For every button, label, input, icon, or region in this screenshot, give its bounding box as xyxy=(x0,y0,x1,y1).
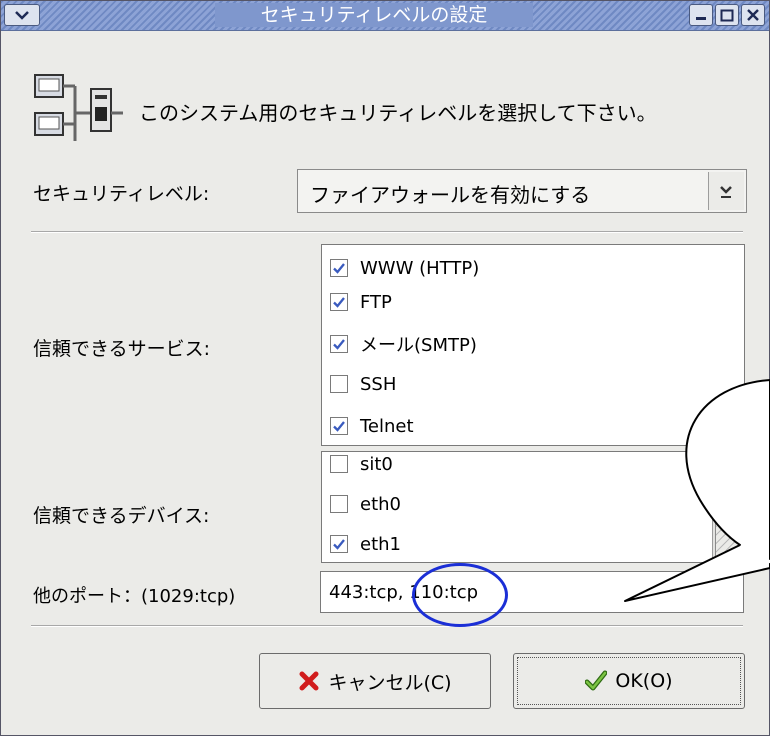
arrow-up-icon xyxy=(722,464,734,470)
trusted-devices-list[interactable]: sit0 eth0 eth1 xyxy=(321,451,745,563)
trusted-devices-label: 信頼できるデバイス: xyxy=(33,505,210,527)
checkmark-icon xyxy=(585,670,608,691)
checkbox-unchecked[interactable] xyxy=(330,455,348,473)
device-label: sit0 xyxy=(360,453,393,475)
service-label: FTP xyxy=(360,291,392,313)
list-item[interactable]: SSH xyxy=(330,369,396,399)
separator xyxy=(31,625,743,627)
list-item[interactable]: FTP xyxy=(330,287,392,317)
title-bar[interactable]: セキュリティレベルの設定 xyxy=(1,1,769,31)
trusted-services-label: 信頼できるサービス: xyxy=(33,338,211,360)
checkbox-unchecked[interactable] xyxy=(330,375,348,393)
cancel-x-icon xyxy=(299,671,319,691)
device-label: eth1 xyxy=(360,533,401,555)
chevron-down-icon xyxy=(15,11,29,20)
list-item[interactable]: eth0 xyxy=(330,489,401,519)
network-firewall-icon xyxy=(34,74,123,141)
checkbox-checked[interactable] xyxy=(330,259,348,277)
checkbox-unchecked[interactable] xyxy=(330,495,348,513)
maximize-button[interactable] xyxy=(715,4,739,26)
header-message: このシステム用のセキュリティレベルを選択して下さい。 xyxy=(139,101,657,125)
scroll-thumb[interactable] xyxy=(715,484,741,562)
checkbox-checked[interactable] xyxy=(330,535,348,553)
separator xyxy=(31,231,743,233)
service-label: SSH xyxy=(360,373,397,395)
cancel-button[interactable]: キャンセル(C) xyxy=(259,653,491,709)
scroll-up-button[interactable] xyxy=(715,454,741,480)
security-level-label: セキュリティレベル: xyxy=(33,183,210,205)
security-level-select[interactable]: ファイアウォールを有効にする xyxy=(297,169,747,213)
window-menu-button[interactable] xyxy=(4,4,40,26)
ok-button-label: OK(O) xyxy=(615,670,673,692)
minimize-button[interactable] xyxy=(689,4,713,26)
close-icon xyxy=(747,9,759,21)
minimize-icon xyxy=(696,17,706,20)
cancel-button-label: キャンセル(C) xyxy=(328,671,452,694)
list-item[interactable]: Telnet xyxy=(330,411,414,441)
ok-button[interactable]: OK(O) xyxy=(513,653,745,709)
checkbox-checked[interactable] xyxy=(330,293,348,311)
chevron-down-icon xyxy=(720,186,732,198)
list-item[interactable]: sit0 xyxy=(330,452,393,479)
close-button[interactable] xyxy=(741,4,765,26)
device-list-scrollbar[interactable] xyxy=(712,452,744,562)
list-item[interactable]: WWW (HTTP) xyxy=(330,253,479,283)
list-item[interactable]: eth1 xyxy=(330,529,401,559)
service-label: Telnet xyxy=(360,415,414,437)
service-label: WWW (HTTP) xyxy=(360,257,480,279)
security-level-dialog: セキュリティレベルの設定 このシステム用のセキュリティレベルを選択して下さい。 … xyxy=(0,0,770,736)
maximize-icon xyxy=(720,9,734,22)
other-ports-input[interactable]: 443:tcp, 110:tcp xyxy=(320,571,744,613)
device-label: eth0 xyxy=(360,493,401,515)
security-level-value: ファイアウォールを有効にする xyxy=(310,183,591,207)
window-title: セキュリティレベルの設定 xyxy=(215,3,533,27)
service-label: メール(SMTP) xyxy=(360,335,477,356)
checkbox-checked[interactable] xyxy=(330,335,348,353)
other-ports-label: 他のポート：(1029:tcp) xyxy=(33,586,236,607)
trusted-services-list[interactable]: WWW (HTTP) FTP メール(SMTP) SSH Telnet xyxy=(321,244,745,446)
checkbox-checked[interactable] xyxy=(330,417,348,435)
annotation-circle xyxy=(412,563,508,627)
security-level-dropdown-button[interactable] xyxy=(708,172,744,210)
list-item[interactable]: メール(SMTP) xyxy=(330,329,477,359)
